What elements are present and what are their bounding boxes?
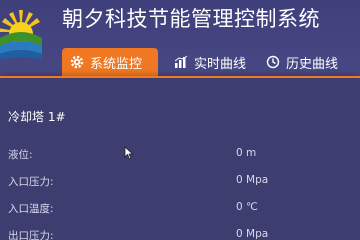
clock-icon bbox=[266, 55, 280, 69]
inlet-pressure-label: 入口压力: bbox=[8, 176, 54, 188]
tab-label: 历史曲线 bbox=[286, 56, 339, 72]
inlet-pressure-value: 0 Mpa bbox=[236, 174, 269, 186]
tab-label: 系统监控 bbox=[90, 56, 143, 72]
gear-icon bbox=[70, 55, 84, 69]
level-label: 液位: bbox=[8, 149, 33, 161]
inlet-temperature-label: 入口温度: bbox=[8, 203, 54, 215]
app-title: 朝夕科技节能管理控制系统 bbox=[62, 7, 320, 31]
device-title: 冷却塔 1# bbox=[8, 110, 66, 124]
tab-label: 实时曲线 bbox=[194, 56, 247, 72]
mouse-cursor-icon bbox=[124, 146, 134, 160]
level-value: 0 m bbox=[236, 147, 257, 159]
outlet-pressure-value: 0 Mpa bbox=[236, 228, 269, 240]
tab-system-monitor[interactable]: 系统监控 bbox=[62, 48, 158, 76]
bar-chart-icon bbox=[174, 55, 188, 68]
sunrise-logo-icon bbox=[0, 10, 42, 60]
monitor-panel bbox=[0, 76, 360, 240]
inlet-temperature-value: 0 ℃ bbox=[236, 201, 258, 213]
tab-history-curve[interactable]: 历史曲线 bbox=[266, 48, 338, 76]
tab-bar: 系统监控 实时曲线 历史曲线 bbox=[62, 48, 338, 76]
outlet-pressure-label: 出口压力: bbox=[8, 230, 54, 240]
tab-realtime-curve[interactable]: 实时曲线 bbox=[174, 48, 246, 76]
